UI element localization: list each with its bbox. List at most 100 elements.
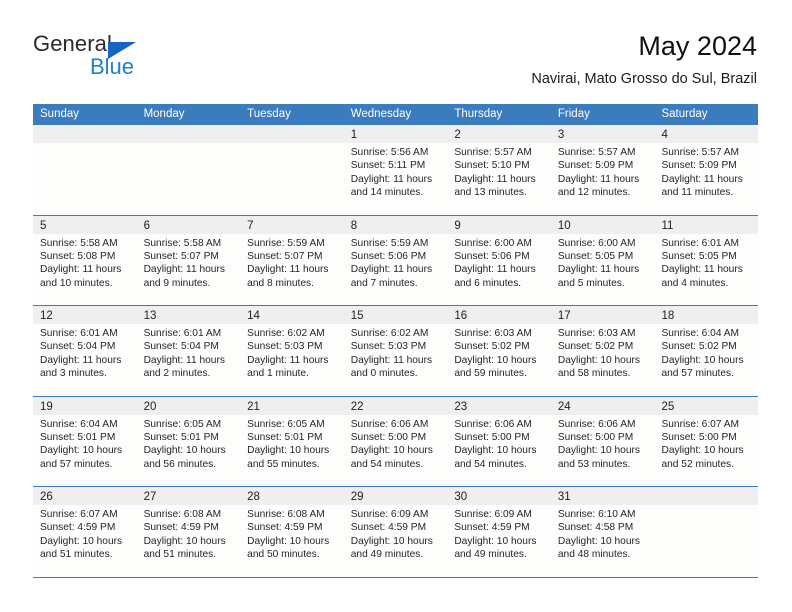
day-info-daylight2: and 12 minutes. [557,187,631,199]
day-cell[interactable]: 2 Sunrise: 5:57 AM Sunset: 5:10 PM Daylight… [447,125,551,215]
day-cell[interactable]: 15 Sunrise: 6:02 AM Sunset: 5:03 PM Dayligh… [343,306,448,396]
day-cell[interactable]: 31 Sunrise: 6:10 AM Sunset: 4:58 PM Dayligh… [550,487,655,577]
day-cell[interactable]: 24 Sunrise: 6:06 AM Sunset: 5:00 PM Dayligh… [550,396,655,486]
calendar-week-row: 19 Sunrise: 6:04 AM Sunset: 5:01 PM Dayligh… [33,396,759,487]
day-info-sunrise: Sunrise: 6:00 AM [454,237,532,249]
day-number: 6 [143,219,150,232]
day-sun-info: Sunrise: 5:56 AM Sunset: 5:11 PM Daylight:… [344,143,448,200]
day-cell[interactable]: 8 Sunrise: 5:59 AM Sunset: 5:06 PM Daylight… [343,215,448,305]
page-header: General Blue May 2024 Navirai, Mato Gros… [33,30,757,98]
day-info-sunrise: Sunrise: 5:57 AM [661,147,740,158]
day-cell[interactable]: 13 Sunrise: 6:01 AM Sunset: 5:04 PM Dayligh… [136,306,241,396]
day-info-daylight1: Daylight: 10 hours [247,535,330,547]
day-sun-info: Sunrise: 6:07 AM Sunset: 5:00 PM Daylight:… [654,415,758,472]
day-info-sunset: Sunset: 5:09 PM [557,160,634,172]
day-info-daylight1: Daylight: 10 hours [143,535,226,547]
day-number-band: 26 [33,487,137,505]
day-cell[interactable]: 23 Sunrise: 6:06 AM Sunset: 5:00 PM Dayligh… [447,396,551,486]
day-info-sunrise: Sunrise: 6:01 AM [143,328,222,339]
day-info-daylight1: Daylight: 11 hours [557,264,640,276]
day-number-band: 2 [447,125,551,143]
day-number: 20 [143,400,157,413]
day-info-sunset: Sunset: 5:05 PM [661,250,737,262]
day-info-sunrise: Sunrise: 6:02 AM [247,328,325,339]
weekday-header-wednesday: Wednesday [350,108,412,120]
day-sun-info: Sunrise: 6:00 AM Sunset: 5:05 PM Daylight:… [551,234,655,291]
day-sun-info: Sunrise: 6:06 AM Sunset: 5:00 PM Daylight:… [447,415,551,472]
calendar-week-row: 26 Sunrise: 6:07 AM Sunset: 4:59 PM Dayligh… [33,487,759,578]
day-cell[interactable]: 6 Sunrise: 5:58 AM Sunset: 5:07 PM Daylight… [136,215,241,305]
day-cell[interactable]: 16 Sunrise: 6:03 AM Sunset: 5:02 PM Dayligh… [447,306,551,396]
day-info-daylight2: and 5 minutes. [557,277,625,289]
day-info-daylight2: and 7 minutes. [350,277,418,289]
day-number-band: 22 [343,396,448,415]
day-number: 4 [661,129,668,141]
day-sun-info: Sunrise: 6:02 AM Sunset: 5:03 PM Daylight:… [344,324,448,381]
day-cell[interactable]: 26 Sunrise: 6:07 AM Sunset: 4:59 PM Dayligh… [33,487,137,577]
day-cell[interactable]: 12 Sunrise: 6:01 AM Sunset: 5:04 PM Dayligh… [33,306,137,396]
day-info-sunrise: Sunrise: 6:04 AM [40,418,118,430]
day-cell[interactable]: 28 Sunrise: 6:08 AM Sunset: 4:59 PM Dayligh… [240,487,344,577]
day-info-sunrise: Sunrise: 6:09 AM [454,509,532,520]
day-info-daylight1: Daylight: 11 hours [454,173,536,185]
day-info-daylight2: and 57 minutes. [40,458,113,470]
day-cell[interactable]: 29 Sunrise: 6:09 AM Sunset: 4:59 PM Dayligh… [343,487,448,577]
day-cell[interactable]: 30 Sunrise: 6:09 AM Sunset: 4:59 PM Dayligh… [447,487,551,577]
day-sun-info: Sunrise: 5:57 AM Sunset: 5:09 PM Daylight:… [654,143,758,200]
day-sun-info: Sunrise: 6:09 AM Sunset: 4:59 PM Daylight:… [344,505,448,562]
day-info-daylight1: Daylight: 11 hours [143,354,225,366]
day-info-daylight1: Daylight: 10 hours [143,445,226,457]
day-sun-info: Sunrise: 5:57 AM Sunset: 5:10 PM Daylight:… [447,143,551,200]
day-sun-info: Sunrise: 6:08 AM Sunset: 4:59 PM Daylight:… [240,505,344,562]
day-number: 1 [350,129,358,141]
day-cell[interactable]: 14 Sunrise: 6:02 AM Sunset: 5:03 PM Dayligh… [240,306,344,396]
day-info-sunrise: Sunrise: 6:05 AM [143,418,222,430]
day-cell[interactable]: 4 Sunrise: 5:57 AM Sunset: 5:09 PM Daylight… [654,125,759,215]
day-info-sunset: Sunset: 5:02 PM [454,341,530,353]
day-info-sunset: Sunset: 5:06 PM [454,250,530,262]
day-info-sunset: Sunset: 5:01 PM [143,431,219,443]
day-cell[interactable]: 17 Sunrise: 6:03 AM Sunset: 5:02 PM Dayligh… [550,306,655,396]
day-cell[interactable]: 7 Sunrise: 5:59 AM Sunset: 5:07 PM Daylight… [240,215,344,305]
day-cell[interactable]: 9 Sunrise: 6:00 AM Sunset: 5:06 PM Daylight… [447,215,551,305]
page-title: May 2024 [638,31,757,61]
day-info-sunset: Sunset: 5:00 PM [557,431,634,443]
day-info-sunrise: Sunrise: 6:06 AM [454,418,532,430]
day-number: 28 [247,491,260,503]
day-cell[interactable]: 1 Sunrise: 5:56 AM Sunset: 5:11 PM Daylight… [343,125,448,215]
day-sun-info: Sunrise: 6:05 AM Sunset: 5:01 PM Daylight:… [240,415,344,472]
day-number: 24 [557,400,571,413]
day-cell[interactable]: 22 Sunrise: 6:06 AM Sunset: 5:00 PM Dayligh… [343,396,448,486]
day-sun-info: Sunrise: 5:59 AM Sunset: 5:06 PM Daylight:… [344,234,448,291]
day-info-sunrise: Sunrise: 5:57 AM [454,147,532,158]
day-info-sunset: Sunset: 5:00 PM [454,431,530,443]
day-info-sunrise: Sunrise: 5:56 AM [350,147,429,158]
day-info-daylight1: Daylight: 10 hours [454,535,537,547]
day-info-sunrise: Sunrise: 6:05 AM [247,418,325,430]
day-cell[interactable]: 18 Sunrise: 6:04 AM Sunset: 5:02 PM Dayligh… [654,306,759,396]
day-info-sunrise: Sunrise: 6:02 AM [350,328,429,339]
day-cell[interactable]: 25 Sunrise: 6:07 AM Sunset: 5:00 PM Dayligh… [654,396,759,486]
day-info-daylight2: and 51 minutes. [143,549,217,561]
day-number-band: 5 [33,215,137,234]
day-info-daylight1: Daylight: 11 hours [350,264,433,276]
day-number-band [240,125,344,143]
day-cell[interactable]: 21 Sunrise: 6:05 AM Sunset: 5:01 PM Dayligh… [240,396,344,486]
day-info-sunrise: Sunrise: 5:59 AM [247,237,325,249]
day-cell[interactable]: 20 Sunrise: 6:05 AM Sunset: 5:01 PM Dayligh… [136,396,241,486]
day-cell[interactable]: 5 Sunrise: 5:58 AM Sunset: 5:08 PM Daylight… [33,215,137,305]
day-number-band: 8 [343,215,448,234]
general-blue-logo[interactable]: General Blue [33,32,233,88]
day-cell[interactable]: 11 Sunrise: 6:01 AM Sunset: 5:05 PM Dayligh… [654,215,759,305]
day-number: 2 [454,129,461,141]
day-cell[interactable]: 10 Sunrise: 6:00 AM Sunset: 5:05 PM Dayligh… [550,215,655,305]
day-cell[interactable]: 27 Sunrise: 6:08 AM Sunset: 4:59 PM Dayligh… [136,487,241,577]
day-cell[interactable]: 3 Sunrise: 5:57 AM Sunset: 5:09 PM Daylight… [550,125,655,215]
day-cell[interactable]: 19 Sunrise: 6:04 AM Sunset: 5:01 PM Dayligh… [33,396,137,486]
day-info-sunrise: Sunrise: 6:06 AM [350,418,429,430]
day-info-daylight1: Daylight: 11 hours [557,173,640,185]
day-sun-info: Sunrise: 5:58 AM Sunset: 5:07 PM Daylight:… [137,234,241,291]
day-number-band: 13 [136,306,241,324]
day-info-sunset: Sunset: 5:04 PM [143,341,219,353]
day-info-sunset: Sunset: 5:00 PM [661,431,737,443]
